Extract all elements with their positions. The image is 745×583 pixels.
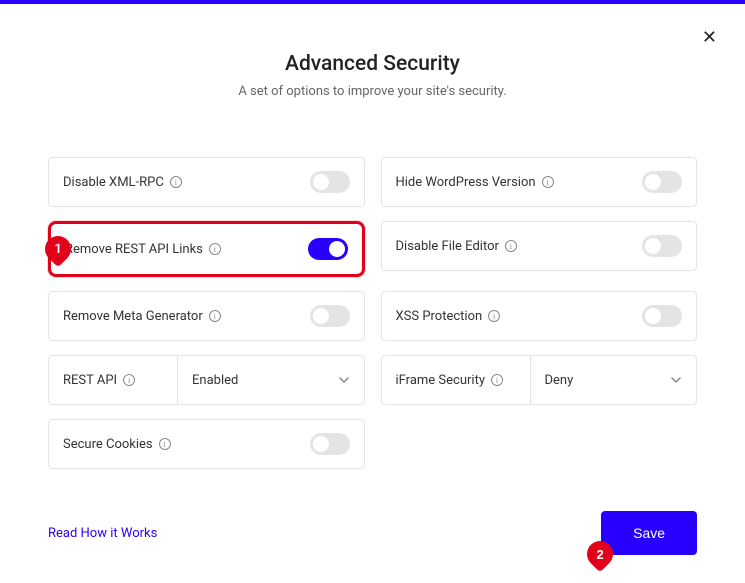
option-remove-rest-api-links: 1 Remove REST API Links i [48, 221, 365, 277]
option-label: Hide WordPress Version [396, 175, 536, 190]
toggle-hide-wp-version[interactable] [642, 171, 682, 193]
modal-header: Advanced Security A set of options to im… [0, 52, 745, 99]
info-icon[interactable]: i [159, 438, 171, 450]
option-remove-meta-generator: Remove Meta Generator i [48, 291, 365, 341]
option-label: REST API [63, 373, 117, 388]
info-icon[interactable]: i [123, 374, 135, 386]
option-label: Remove REST API Links [65, 242, 203, 257]
page-subtitle: A set of options to improve your site's … [0, 84, 745, 99]
option-label: Secure Cookies [63, 437, 153, 452]
info-icon[interactable]: i [542, 176, 554, 188]
read-how-it-works-link[interactable]: Read How it Works [48, 526, 157, 541]
info-icon[interactable]: i [491, 374, 503, 386]
info-icon[interactable]: i [170, 176, 182, 188]
options-grid: Disable XML-RPC i Hide WordPress Version… [0, 157, 745, 469]
select-value: Deny [545, 373, 574, 388]
select-value: Enabled [192, 373, 238, 388]
annotation-callout-2: 2 [582, 536, 619, 573]
modal-footer: Read How it Works Save 2 [48, 511, 697, 555]
option-label: Disable XML-RPC [63, 175, 164, 190]
option-iframe-security: iFrame Security i Deny [381, 355, 698, 405]
chevron-down-icon [670, 374, 682, 386]
option-disable-xml-rpc: Disable XML-RPC i [48, 157, 365, 207]
toggle-secure-cookies[interactable] [310, 433, 350, 455]
info-icon[interactable]: i [505, 240, 517, 252]
option-label: Disable File Editor [396, 239, 499, 254]
annotation-callout-1: 1 [40, 231, 77, 268]
info-icon[interactable]: i [209, 243, 221, 255]
toggle-remove-meta-generator[interactable] [310, 305, 350, 327]
toggle-xss-protection[interactable] [642, 305, 682, 327]
option-xss-protection: XSS Protection i [381, 291, 698, 341]
close-icon: ✕ [702, 27, 717, 47]
select-rest-api[interactable]: Enabled [177, 356, 364, 404]
save-button[interactable]: Save 2 [601, 511, 697, 555]
option-disable-file-editor: Disable File Editor i [381, 221, 698, 271]
option-hide-wp-version: Hide WordPress Version i [381, 157, 698, 207]
option-rest-api: REST API i Enabled [48, 355, 365, 405]
info-icon[interactable]: i [488, 310, 500, 322]
chevron-down-icon [338, 374, 350, 386]
option-label: Remove Meta Generator [63, 309, 203, 324]
option-label: iFrame Security [396, 373, 485, 388]
close-button[interactable]: ✕ [702, 28, 717, 46]
toggle-disable-xml-rpc[interactable] [310, 171, 350, 193]
select-iframe-security[interactable]: Deny [530, 356, 697, 404]
info-icon[interactable]: i [209, 310, 221, 322]
page-title: Advanced Security [0, 52, 745, 76]
option-secure-cookies: Secure Cookies i [48, 419, 365, 469]
top-accent-bar [0, 0, 745, 4]
option-label: XSS Protection [396, 309, 483, 324]
toggle-disable-file-editor[interactable] [642, 235, 682, 257]
toggle-remove-rest-api-links[interactable] [308, 238, 348, 260]
